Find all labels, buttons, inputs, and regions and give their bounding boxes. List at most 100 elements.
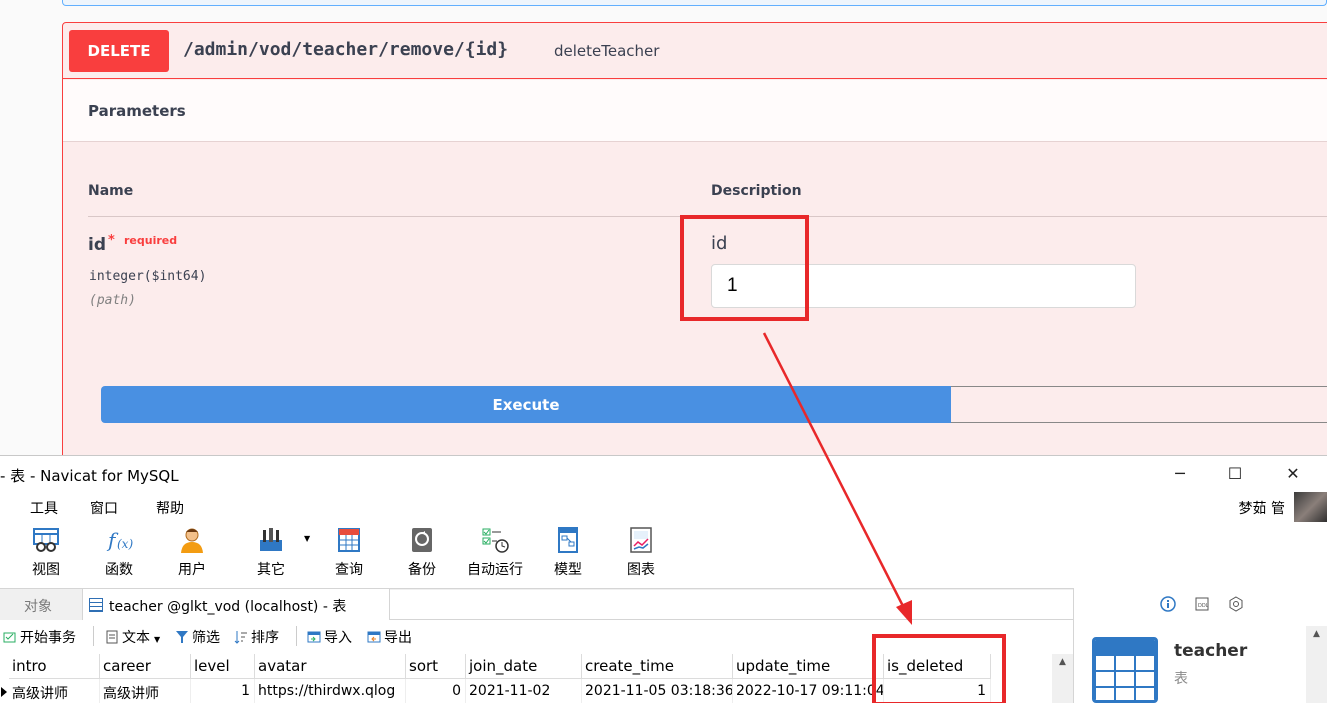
sort-icon (234, 631, 247, 644)
column-header-create-time[interactable]: create_time (582, 654, 733, 679)
sort-label: 排序 (251, 630, 279, 646)
menu-window[interactable]: 窗口 (90, 498, 118, 518)
dropdown-arrow-icon[interactable]: ▼ (304, 534, 310, 543)
toolbar-user-label: 用户 (178, 562, 206, 578)
table-cell[interactable]: 1 (191, 679, 255, 703)
grid-scrollbar[interactable]: ▲ (1052, 654, 1073, 703)
begin-transaction-button[interactable]: 开始事务 (3, 627, 76, 647)
tab-teacher-table[interactable]: teacher @glkt_vod (localhost) - 表 (82, 589, 390, 621)
highlight-box-is-deleted (872, 634, 1006, 703)
begin-transaction-label: 开始事务 (20, 630, 76, 646)
text-label: 文本 (122, 630, 150, 646)
table-cell[interactable]: 2021-11-05 03:18:36 (582, 679, 733, 703)
table-cell[interactable]: 0 (406, 679, 466, 703)
toolbar-view[interactable]: 视图 (16, 526, 76, 579)
export-icon (367, 631, 381, 643)
avatar[interactable] (1294, 492, 1327, 524)
user-icon (178, 526, 206, 554)
text-button[interactable]: 文本 ▼ (105, 627, 160, 647)
operation-path: /admin/vod/teacher/remove/{id} (183, 39, 509, 60)
table-cell[interactable]: https://thirdwx.qlog (255, 679, 406, 703)
scroll-up-icon[interactable]: ▲ (1052, 654, 1073, 667)
column-header-join-date[interactable]: join_date (466, 654, 582, 679)
column-name-header: Name (88, 183, 134, 199)
param-name-text: id (88, 235, 106, 255)
toolbar-automation-label: 自动运行 (467, 562, 523, 578)
toolbar-other-label: 其它 (257, 562, 285, 578)
text-icon (106, 630, 118, 644)
toolbar-other[interactable]: 其它 (241, 526, 301, 579)
settings-icon[interactable] (1228, 596, 1244, 612)
toolbar-function[interactable]: f (x) 函数 (89, 526, 149, 579)
filter-icon (176, 631, 188, 643)
filter-button[interactable]: 筛选 (175, 627, 220, 647)
close-button[interactable]: ✕ (1273, 460, 1313, 486)
export-label: 导出 (384, 630, 412, 646)
tools-icon (257, 526, 285, 554)
schedule-icon (481, 526, 509, 554)
model-icon (554, 526, 582, 554)
info-icon[interactable] (1160, 596, 1176, 612)
column-header-avatar[interactable]: avatar (255, 654, 406, 679)
column-header-career[interactable]: career (100, 654, 191, 679)
column-header-level[interactable]: level (191, 654, 255, 679)
title-bar: - 表 - Navicat for MySQL ─ ☐ ✕ (0, 456, 1327, 490)
toolbar-query[interactable]: 查询 (319, 526, 379, 579)
toolbar-backup[interactable]: 备份 (392, 526, 452, 579)
transaction-icon (3, 632, 16, 643)
column-header-sort[interactable]: sort (406, 654, 466, 679)
info-panel-scrollbar[interactable]: ▲ (1306, 626, 1327, 703)
column-header-update-time[interactable]: update_time (733, 654, 884, 679)
table-cell[interactable]: 2021-11-02 (466, 679, 582, 703)
toolbar-separator (296, 626, 297, 646)
function-icon: f (x) (105, 526, 133, 554)
toolbar-chart[interactable]: 图表 (611, 526, 671, 579)
highlight-box-id-input (680, 215, 809, 321)
tab-bar-empty (390, 590, 1073, 620)
required-label: required (124, 234, 178, 247)
object-name: teacher (1174, 641, 1248, 661)
info-panel-tabs: DDL (1160, 596, 1258, 612)
minimize-button[interactable]: ─ (1160, 460, 1200, 486)
ddl-icon[interactable]: DDL (1194, 596, 1210, 612)
menu-bar: 工具 窗口 帮助 梦茹 管 (0, 492, 1327, 524)
tab-teacher-table-label: teacher @glkt_vod (localhost) - 表 (109, 599, 347, 615)
navicat-window: - 表 - Navicat for MySQL ─ ☐ ✕ 工具 窗口 帮助 梦… (0, 455, 1327, 703)
table-cell[interactable]: 高级讲师 (9, 679, 100, 703)
toolbar-model-label: 模型 (554, 562, 582, 578)
text-dropdown-icon: ▼ (154, 635, 161, 644)
toolbar-backup-label: 备份 (408, 562, 436, 578)
tab-objects[interactable]: 对象 (0, 589, 80, 621)
table-cell[interactable]: 高级讲师 (100, 679, 191, 703)
toolbar-user[interactable]: 用户 (162, 526, 222, 579)
import-label: 导入 (324, 630, 352, 646)
window-title: - 表 - Navicat for MySQL (0, 467, 179, 485)
execute-button[interactable]: Execute (101, 386, 951, 423)
toolbar-view-label: 视图 (32, 562, 60, 578)
export-button[interactable]: 导出 (367, 627, 412, 647)
menu-tools[interactable]: 工具 (30, 498, 58, 518)
current-row-indicator-icon (1, 687, 7, 697)
toolbar-automation[interactable]: 自动运行 (465, 526, 525, 579)
table-cell[interactable]: 2022-10-17 09:11:04 (733, 679, 884, 703)
object-info-panel: DDL teacher 表 ▲ (1073, 588, 1327, 703)
param-name: id * (88, 233, 115, 255)
tab-bar: 对象 teacher @glkt_vod (localhost) - 表 (0, 588, 1073, 621)
user-name[interactable]: 梦茹 管 (1239, 498, 1285, 518)
scroll-up-icon[interactable]: ▲ (1306, 626, 1327, 639)
filter-label: 筛选 (192, 630, 220, 646)
clear-button[interactable] (951, 386, 1327, 423)
column-header-intro[interactable]: intro (9, 654, 100, 679)
operation-id: deleteTeacher (554, 42, 660, 60)
parameters-title: Parameters (88, 102, 186, 120)
sort-button[interactable]: 排序 (234, 627, 279, 647)
object-type: 表 (1174, 671, 1188, 687)
view-icon (32, 526, 60, 554)
toolbar-model[interactable]: 模型 (538, 526, 598, 579)
import-button[interactable]: 导入 (307, 627, 352, 647)
maximize-button[interactable]: ☐ (1215, 460, 1255, 486)
query-icon (335, 526, 363, 554)
menu-help[interactable]: 帮助 (156, 498, 184, 518)
svg-text:(x): (x) (117, 537, 133, 551)
operation-summary[interactable]: DELETE /admin/vod/teacher/remove/{id} de… (63, 23, 1327, 79)
